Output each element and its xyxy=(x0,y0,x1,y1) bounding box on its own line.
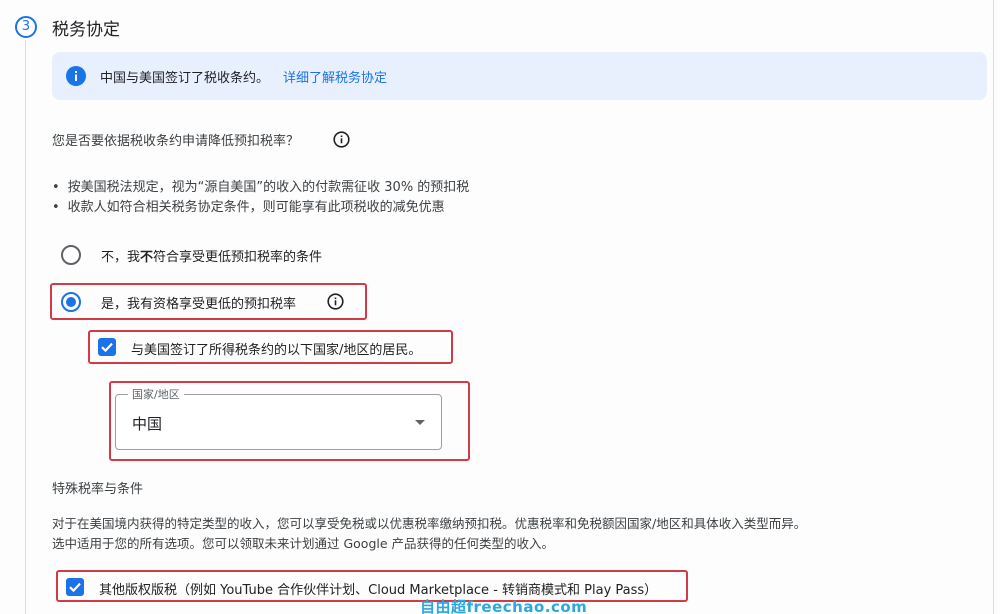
info-banner-message: 中国与美国签订了税收条约。 xyxy=(100,71,270,86)
step-connector-line xyxy=(25,40,26,614)
bullet-item: 按美国税法规定，视为“源自美国”的收入的付款需征收 30% 的预扣税 xyxy=(52,178,470,198)
radio-no-label-bold: 不 xyxy=(140,250,154,265)
special-rates-title: 特殊税率与条件 xyxy=(52,482,144,497)
tax-info-bullets: 按美国税法规定，视为“源自美国”的收入的付款需征收 30% 的预扣税 收款人如符… xyxy=(52,178,470,218)
info-banner: 中国与美国签订了税收条约。 详细了解税务协定 xyxy=(52,52,987,100)
radio-yes-label: 是，我有资格享受更低的预扣税率 xyxy=(101,297,297,312)
dropdown-arrow-icon xyxy=(415,420,425,425)
treaty-question: 您是否要依据税收条约申请降低预扣税率？ xyxy=(52,134,300,149)
resident-checkbox-label: 与美国签订了所得税条约的以下国家/地区的居民。 xyxy=(131,343,422,358)
help-circle-icon[interactable] xyxy=(327,293,344,310)
description-line: 选中适用于您的所有选项。您可以领取未来计划通过 Google 产品获得的任何类型… xyxy=(52,536,555,551)
info-icon xyxy=(66,66,86,86)
country-select-value: 中国 xyxy=(132,415,163,433)
radio-no-label-prefix: 不，我 xyxy=(101,250,141,265)
tax-treaty-page: 3 税务协定 中国与美国签订了税收条约。 详细了解税务协定 您是否要依据税收条约申… xyxy=(0,0,1000,614)
description-line: 对于在美国境内获得的特定类型的收入，您可以享受免税或以优惠税率缴纳预扣税。优惠税… xyxy=(52,516,807,531)
country-select-label: 国家/地区 xyxy=(128,386,184,402)
learn-more-link[interactable]: 详细了解税务协定 xyxy=(283,71,387,86)
watermark: 自由超freechao.com xyxy=(420,598,588,614)
step-number-badge: 3 xyxy=(15,16,37,38)
radio-no-label-suffix: 符合享受更低预扣税率的条件 xyxy=(153,250,323,265)
radio-no-label: 不，我不符合享受更低预扣税率的条件 xyxy=(101,246,322,265)
radio-no[interactable] xyxy=(61,245,81,265)
special-rates-description: 对于在美国境内获得的特定类型的收入，您可以享受免税或以优惠税率缴纳预扣税。优惠税… xyxy=(52,514,806,554)
royalty-checkbox[interactable] xyxy=(66,578,84,596)
card-right-border xyxy=(993,0,994,614)
help-circle-icon[interactable] xyxy=(333,131,350,148)
radio-yes[interactable] xyxy=(61,292,81,312)
info-banner-text: 中国与美国签订了税收条约。 详细了解税务协定 xyxy=(100,67,387,86)
section-title: 税务协定 xyxy=(52,20,120,40)
resident-checkbox[interactable] xyxy=(98,338,116,356)
bullet-item: 收款人如符合相关税务协定条件，则可能享有此项税收的减免优惠 xyxy=(52,198,469,218)
country-select[interactable]: 国家/地区 中国 xyxy=(115,386,442,450)
